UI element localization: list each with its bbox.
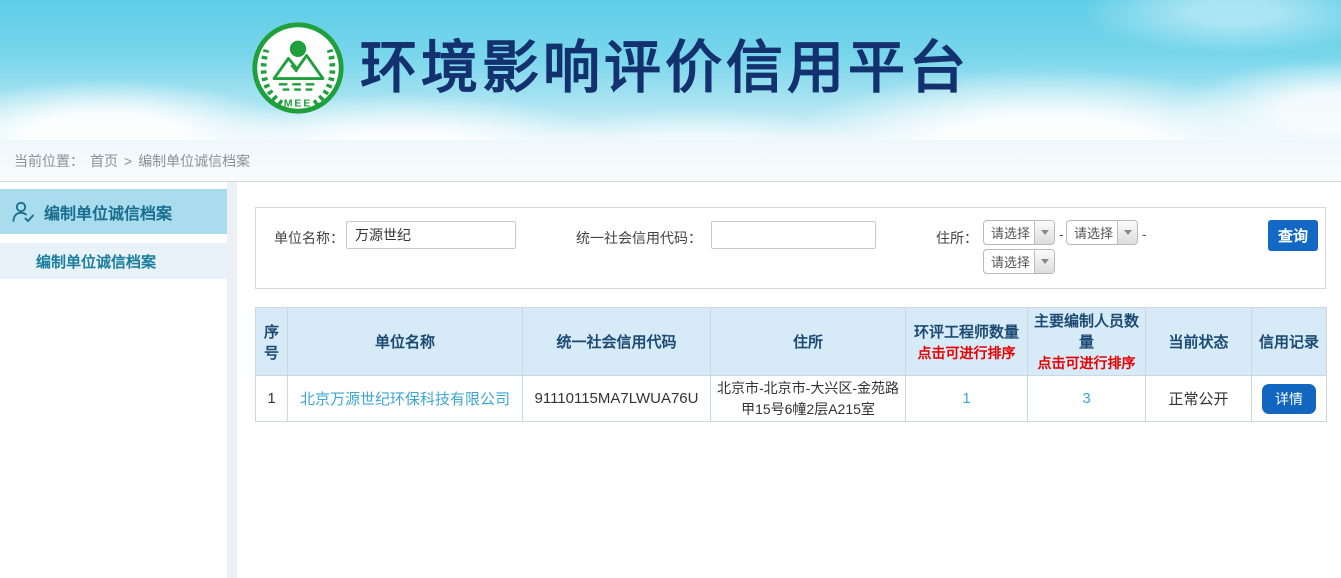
col-header-address: 住所 [711, 308, 906, 376]
engineer-sort-hint[interactable]: 点击可进行排序 [910, 343, 1023, 363]
company-name-label: 单位名称： [274, 228, 344, 248]
company-name-input[interactable] [346, 221, 516, 249]
residence-city-value: 请选择 [1067, 221, 1117, 244]
col-header-credit-record: 信用记录 [1252, 308, 1327, 376]
chevron-down-icon[interactable] [1034, 250, 1054, 273]
mee-logo-icon: MEE [250, 20, 346, 116]
row-index: 1 [256, 376, 288, 422]
staff-count-link[interactable]: 3 [1082, 390, 1090, 407]
company-name-link[interactable]: 北京万源世纪环保科技有限公司 [300, 391, 510, 408]
detail-button[interactable]: 详情 [1262, 384, 1316, 414]
results-table: 序号 单位名称 统一社会信用代码 住所 环评工程师数量 点击可进行排序 主要编制… [255, 307, 1327, 422]
person-check-icon [10, 199, 36, 225]
sidebar-item-credit-archive[interactable]: 编制单位诚信档案 [0, 189, 227, 234]
residence-province-value: 请选择 [984, 221, 1034, 244]
credit-code-input[interactable] [711, 221, 876, 249]
breadcrumb-separator: > [124, 153, 132, 169]
col-header-staff-count[interactable]: 主要编制人员数量 点击可进行排序 [1028, 308, 1146, 376]
col-header-status: 当前状态 [1146, 308, 1252, 376]
main-content: 单位名称： 统一社会信用代码： 住所： 请选择 - 请选择 - 请选择 查询 [255, 182, 1326, 578]
col-header-engineer-count-label: 环评工程师数量 [914, 324, 1019, 341]
residence-province-select[interactable]: 请选择 [983, 220, 1055, 245]
residence-city-select[interactable]: 请选择 [1066, 220, 1138, 245]
residence-separator: - [1142, 226, 1147, 242]
col-header-company: 单位名称 [288, 308, 523, 376]
credit-code-label: 统一社会信用代码： [576, 228, 702, 248]
staff-sort-hint[interactable]: 点击可进行排序 [1032, 353, 1141, 373]
col-header-index: 序号 [256, 308, 288, 376]
row-credit-code: 91110115MA7LWUA76U [523, 376, 711, 422]
page: MEE 环境影响评价信用平台 当前位置： 首页 > 编制单位诚信档案 编制单位诚… [0, 0, 1341, 578]
sidebar: 编制单位诚信档案 编制单位诚信档案 [0, 182, 227, 578]
table-header-row: 序号 单位名称 统一社会信用代码 住所 环评工程师数量 点击可进行排序 主要编制… [256, 308, 1327, 376]
page-title: 环境影响评价信用平台 [360, 20, 970, 116]
col-header-staff-count-label: 主要编制人员数量 [1034, 313, 1139, 351]
table-row: 1 北京万源世纪环保科技有限公司 91110115MA7LWUA76U 北京市-… [256, 376, 1327, 422]
row-status: 正常公开 [1146, 376, 1252, 422]
sidebar-item-label: 编制单位诚信档案 [44, 200, 172, 224]
search-panel: 单位名称： 统一社会信用代码： 住所： 请选择 - 请选择 - 请选择 查询 [255, 207, 1326, 289]
breadcrumb-home-link[interactable]: 首页 [90, 151, 118, 171]
sidebar-subitem-label: 编制单位诚信档案 [36, 251, 156, 272]
chevron-down-icon[interactable] [1117, 221, 1137, 244]
col-header-credit-code: 统一社会信用代码 [523, 308, 711, 376]
breadcrumb: 当前位置： 首页 > 编制单位诚信档案 [0, 140, 1341, 182]
logo-text: MEE [284, 97, 313, 109]
residence-district-select[interactable]: 请选择 [983, 249, 1055, 274]
sidebar-divider [227, 182, 237, 578]
chevron-down-icon[interactable] [1034, 221, 1054, 244]
breadcrumb-current: 编制单位诚信档案 [138, 151, 250, 171]
residence-label: 住所： [936, 228, 978, 248]
residence-district-value: 请选择 [984, 250, 1034, 273]
sidebar-subitem-credit-archive[interactable]: 编制单位诚信档案 [0, 243, 227, 279]
header-brand: MEE 环境影响评价信用平台 [250, 20, 970, 116]
row-address: 北京市-北京市-大兴区-金苑路甲15号6幢2层A215室 [711, 376, 906, 422]
residence-separator: - [1059, 226, 1064, 242]
site-header: MEE 环境影响评价信用平台 [0, 0, 1341, 140]
engineer-count-link[interactable]: 1 [962, 390, 970, 407]
col-header-engineer-count[interactable]: 环评工程师数量 点击可进行排序 [906, 308, 1028, 376]
breadcrumb-label: 当前位置： [14, 151, 84, 171]
search-button[interactable]: 查询 [1268, 220, 1318, 251]
